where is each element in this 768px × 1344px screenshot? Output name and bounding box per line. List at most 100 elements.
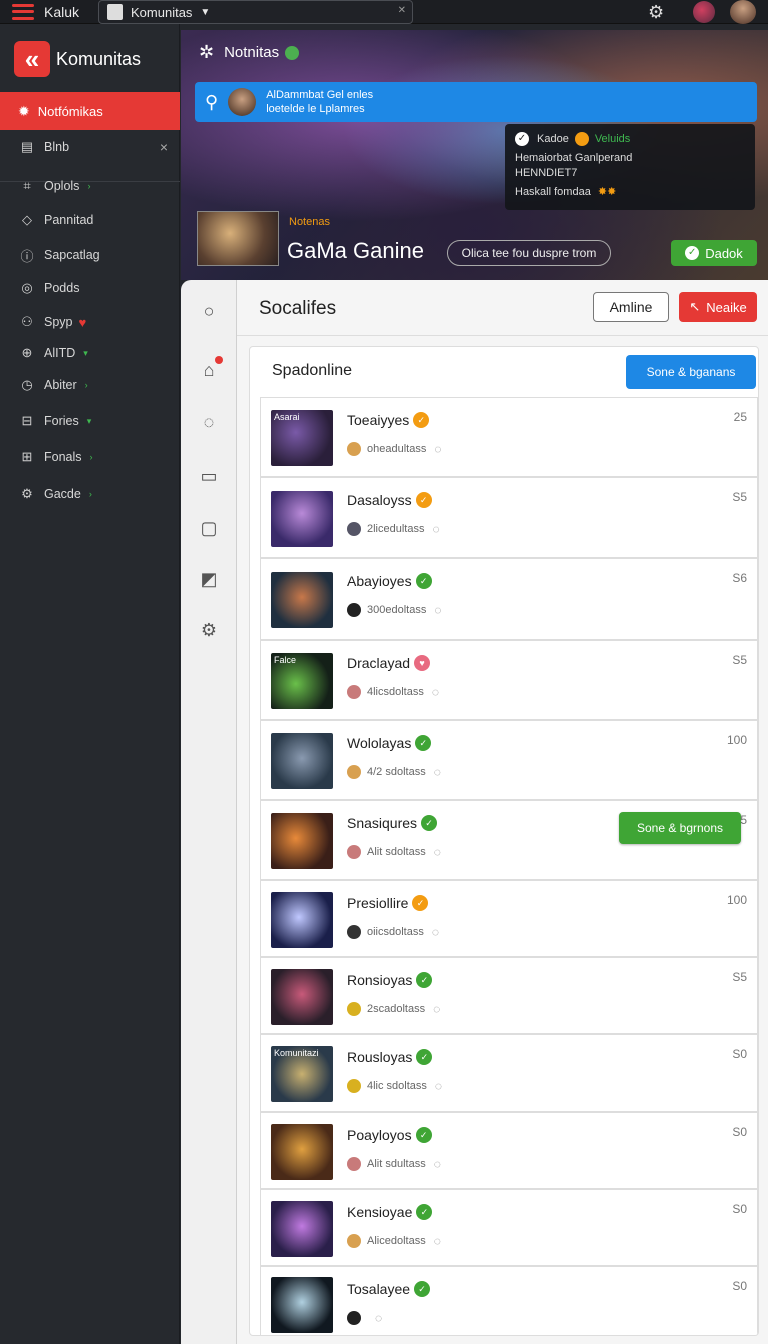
chevron-down-icon: ▼ — [200, 6, 211, 18]
community-select-value: Komunitas — [131, 4, 193, 20]
settings-gear-icon[interactable]: ⚙ — [648, 2, 664, 23]
chat-icon[interactable]: ◌ — [434, 603, 441, 617]
bookmark-icon[interactable]: ◩ — [197, 567, 221, 591]
chat-icon[interactable]: ◌ — [434, 1157, 441, 1171]
sidebar-item-label: Gacde — [44, 487, 81, 501]
list-item-name: Wololayas — [347, 735, 412, 751]
sidebar-item-label: Spyp — [44, 315, 73, 329]
list-item-subtitle: 4/2 sdoltass — [367, 766, 426, 778]
online-button[interactable]: Amline — [593, 292, 669, 322]
gear-icon: ✹ — [18, 102, 30, 119]
chat-icon[interactable]: ◌ — [375, 1311, 382, 1325]
chat-icon[interactable]: ◌ — [434, 765, 441, 779]
list-item[interactable]: Wololayas ✓ 4/2 sdoltass ◌ 100 — [260, 720, 758, 800]
list-item-name-row: Ronsioyas ✓ — [347, 972, 433, 988]
hero-pill-button[interactable]: Olica tee fou duspre trom — [447, 240, 611, 266]
list-item[interactable]: Asarai Toeaiyyes ✓ oheadultass ◌ 25 — [260, 397, 758, 477]
sidebar-item-9[interactable]: ⊞ Fonals › — [0, 442, 180, 472]
profile-avatar-secondary[interactable] — [693, 1, 715, 23]
list-item[interactable]: Falce Draclayad ♥ 4licsdoltass ◌ S5 — [260, 640, 758, 720]
user-avatar-icon — [347, 1311, 361, 1325]
list-item-name: Ronsioyas — [347, 972, 413, 988]
list-item-name-row: Poayloyos ✓ — [347, 1127, 432, 1143]
sidebar-item-label: Blnb — [44, 140, 70, 154]
sidebar-item-label: Sapcatlag — [44, 248, 100, 262]
list-item-subtitle: oheadultass — [367, 443, 427, 455]
search-icon[interactable]: ⚲ — [205, 92, 218, 113]
gear-icon[interactable]: ⚙ — [197, 618, 221, 642]
sidebar: « Komunitas ✹ Notfómikas ▤ Blnb × ⌗ Oplo… — [0, 24, 180, 1344]
chat-icon[interactable]: ◌ — [434, 442, 441, 456]
sidebar-item-notifications[interactable]: ✹ Notfómikas — [0, 92, 180, 130]
list-item-meta: 2scadoltass ◌ — [347, 1002, 440, 1016]
chat-bubble-icon[interactable]: ◌ — [197, 410, 221, 434]
sidebar-item-8[interactable]: ⊟ Fories ▾ — [0, 406, 180, 436]
list-item-subtitle: 4licsdoltass — [367, 686, 424, 698]
list-item[interactable]: Ronsioyas ✓ 2scadoltass ◌ S5 — [260, 957, 758, 1034]
chat-icon[interactable]: ◌ — [433, 1002, 440, 1016]
community-select[interactable]: Komunitas ▼ ✕ — [98, 0, 413, 24]
list-item[interactable]: Abayioyes ✓ 300edoltass ◌ S6 — [260, 558, 758, 640]
card-action-button[interactable]: Sone & bganans — [626, 355, 756, 389]
chart-icon: ⌗ — [23, 178, 31, 193]
user-avatar-icon — [347, 1157, 361, 1171]
top-bar: Kaluk Komunitas ▼ ✕ ⚙ — [0, 0, 768, 24]
game-title: GaMa Ganine — [287, 238, 424, 263]
sidebar-item-6[interactable]: ⊕ AlITD ▾ — [0, 338, 180, 368]
list-item-meta: Alit sdultass ◌ — [347, 1157, 441, 1171]
list-item-subtitle: 2scadoltass — [367, 1003, 426, 1015]
verified-badge-icon: ✓ — [412, 895, 429, 911]
wallet-icon[interactable]: ▭ — [197, 464, 221, 488]
chat-icon[interactable]: ◌ — [432, 522, 439, 536]
sidebar-item-label: Podds — [44, 281, 80, 295]
chat-icon[interactable]: ◌ — [435, 1079, 442, 1093]
game-thumbnail[interactable] — [197, 211, 279, 266]
menu-icon[interactable] — [12, 3, 34, 20]
list-item-value: S0 — [732, 1202, 747, 1216]
floating-green-button[interactable]: Sone & bgrnons — [619, 812, 741, 844]
sidebar-item-0[interactable]: ▤ Blnb × — [0, 132, 180, 162]
action-red-button[interactable]: ↖ Neaike — [679, 292, 757, 322]
profile-avatar[interactable] — [730, 0, 756, 24]
verified-badge-icon: ✓ — [415, 1127, 432, 1143]
chat-icon[interactable]: ◌ — [434, 845, 441, 859]
user-avatar-icon — [347, 522, 361, 536]
circle-icon[interactable]: ○ — [197, 299, 221, 323]
list-item[interactable]: Presiollire ✓ oiicsdoltass ◌ 100 — [260, 880, 758, 957]
close-icon[interactable]: × — [160, 139, 168, 155]
list-item[interactable]: Tosalayee ✓ ◌ S0 — [260, 1266, 758, 1335]
game-thumbnail — [271, 733, 333, 789]
chat-icon[interactable]: ◌ — [432, 685, 439, 699]
list-item[interactable]: Kensioyae ✓ Alicedoltass ◌ S0 — [260, 1189, 758, 1266]
list-item[interactable]: Dasaloyss ✓ 2licedultass ◌ S5 — [260, 477, 758, 558]
heart-icon: ♥ — [78, 314, 87, 330]
list-item[interactable]: Poayloyos ✓ Alit sdultass ◌ S0 — [260, 1112, 758, 1189]
pin-icon: ◎ — [21, 280, 33, 295]
list-item[interactable]: Komunitazi Rousloyas ✓ 4lic sdoltass ◌ S0 — [260, 1034, 758, 1112]
hero-search-bar[interactable]: ⚲ AlDammbat Gel enles loetelde le Lplamr… — [195, 82, 757, 122]
list-item-meta: 4licsdoltass ◌ — [347, 685, 439, 699]
layers-icon: ◇ — [22, 212, 32, 227]
clear-icon[interactable]: ✕ — [398, 5, 406, 16]
sidebar-item-3[interactable]: ⓘ Sapcatlag — [0, 240, 180, 270]
online-status-icon — [285, 45, 300, 60]
sidebar-item-7[interactable]: ◷ Abiter › — [0, 370, 180, 400]
chat-icon[interactable]: ◌ — [432, 925, 439, 939]
chat-icon[interactable]: ◌ — [434, 1234, 441, 1248]
sidebar-item-4[interactable]: ◎ Podds — [0, 273, 180, 303]
popup-line-3: Haskall fomdaa — [515, 186, 591, 198]
hero-action-button[interactable]: ✓ Dadok — [671, 240, 757, 266]
thumbnail-caption: Komunitazi — [274, 1048, 319, 1058]
sidebar-item-2[interactable]: ◇ Pannitad — [0, 205, 180, 235]
message-icon[interactable]: ▢ — [197, 516, 221, 540]
sidebar-item-5[interactable]: ⚇ Spyp ♥ — [0, 307, 180, 337]
home-icon[interactable]: ⌂ — [197, 356, 223, 382]
brand[interactable]: « Komunitas — [14, 41, 141, 77]
sidebar-item-10[interactable]: ⚙ Gacde › — [0, 479, 180, 509]
hero-action-label: Dadok — [705, 245, 743, 261]
sidebar-item-1[interactable]: ⌗ Oplols › — [0, 171, 180, 201]
list-item-name-row: Rousloyas ✓ — [347, 1049, 433, 1065]
sidebar-item-label: Oplols — [44, 179, 80, 193]
minus-box-icon: ⊟ — [21, 413, 33, 428]
list-item-name: Dasaloyss — [347, 492, 412, 508]
